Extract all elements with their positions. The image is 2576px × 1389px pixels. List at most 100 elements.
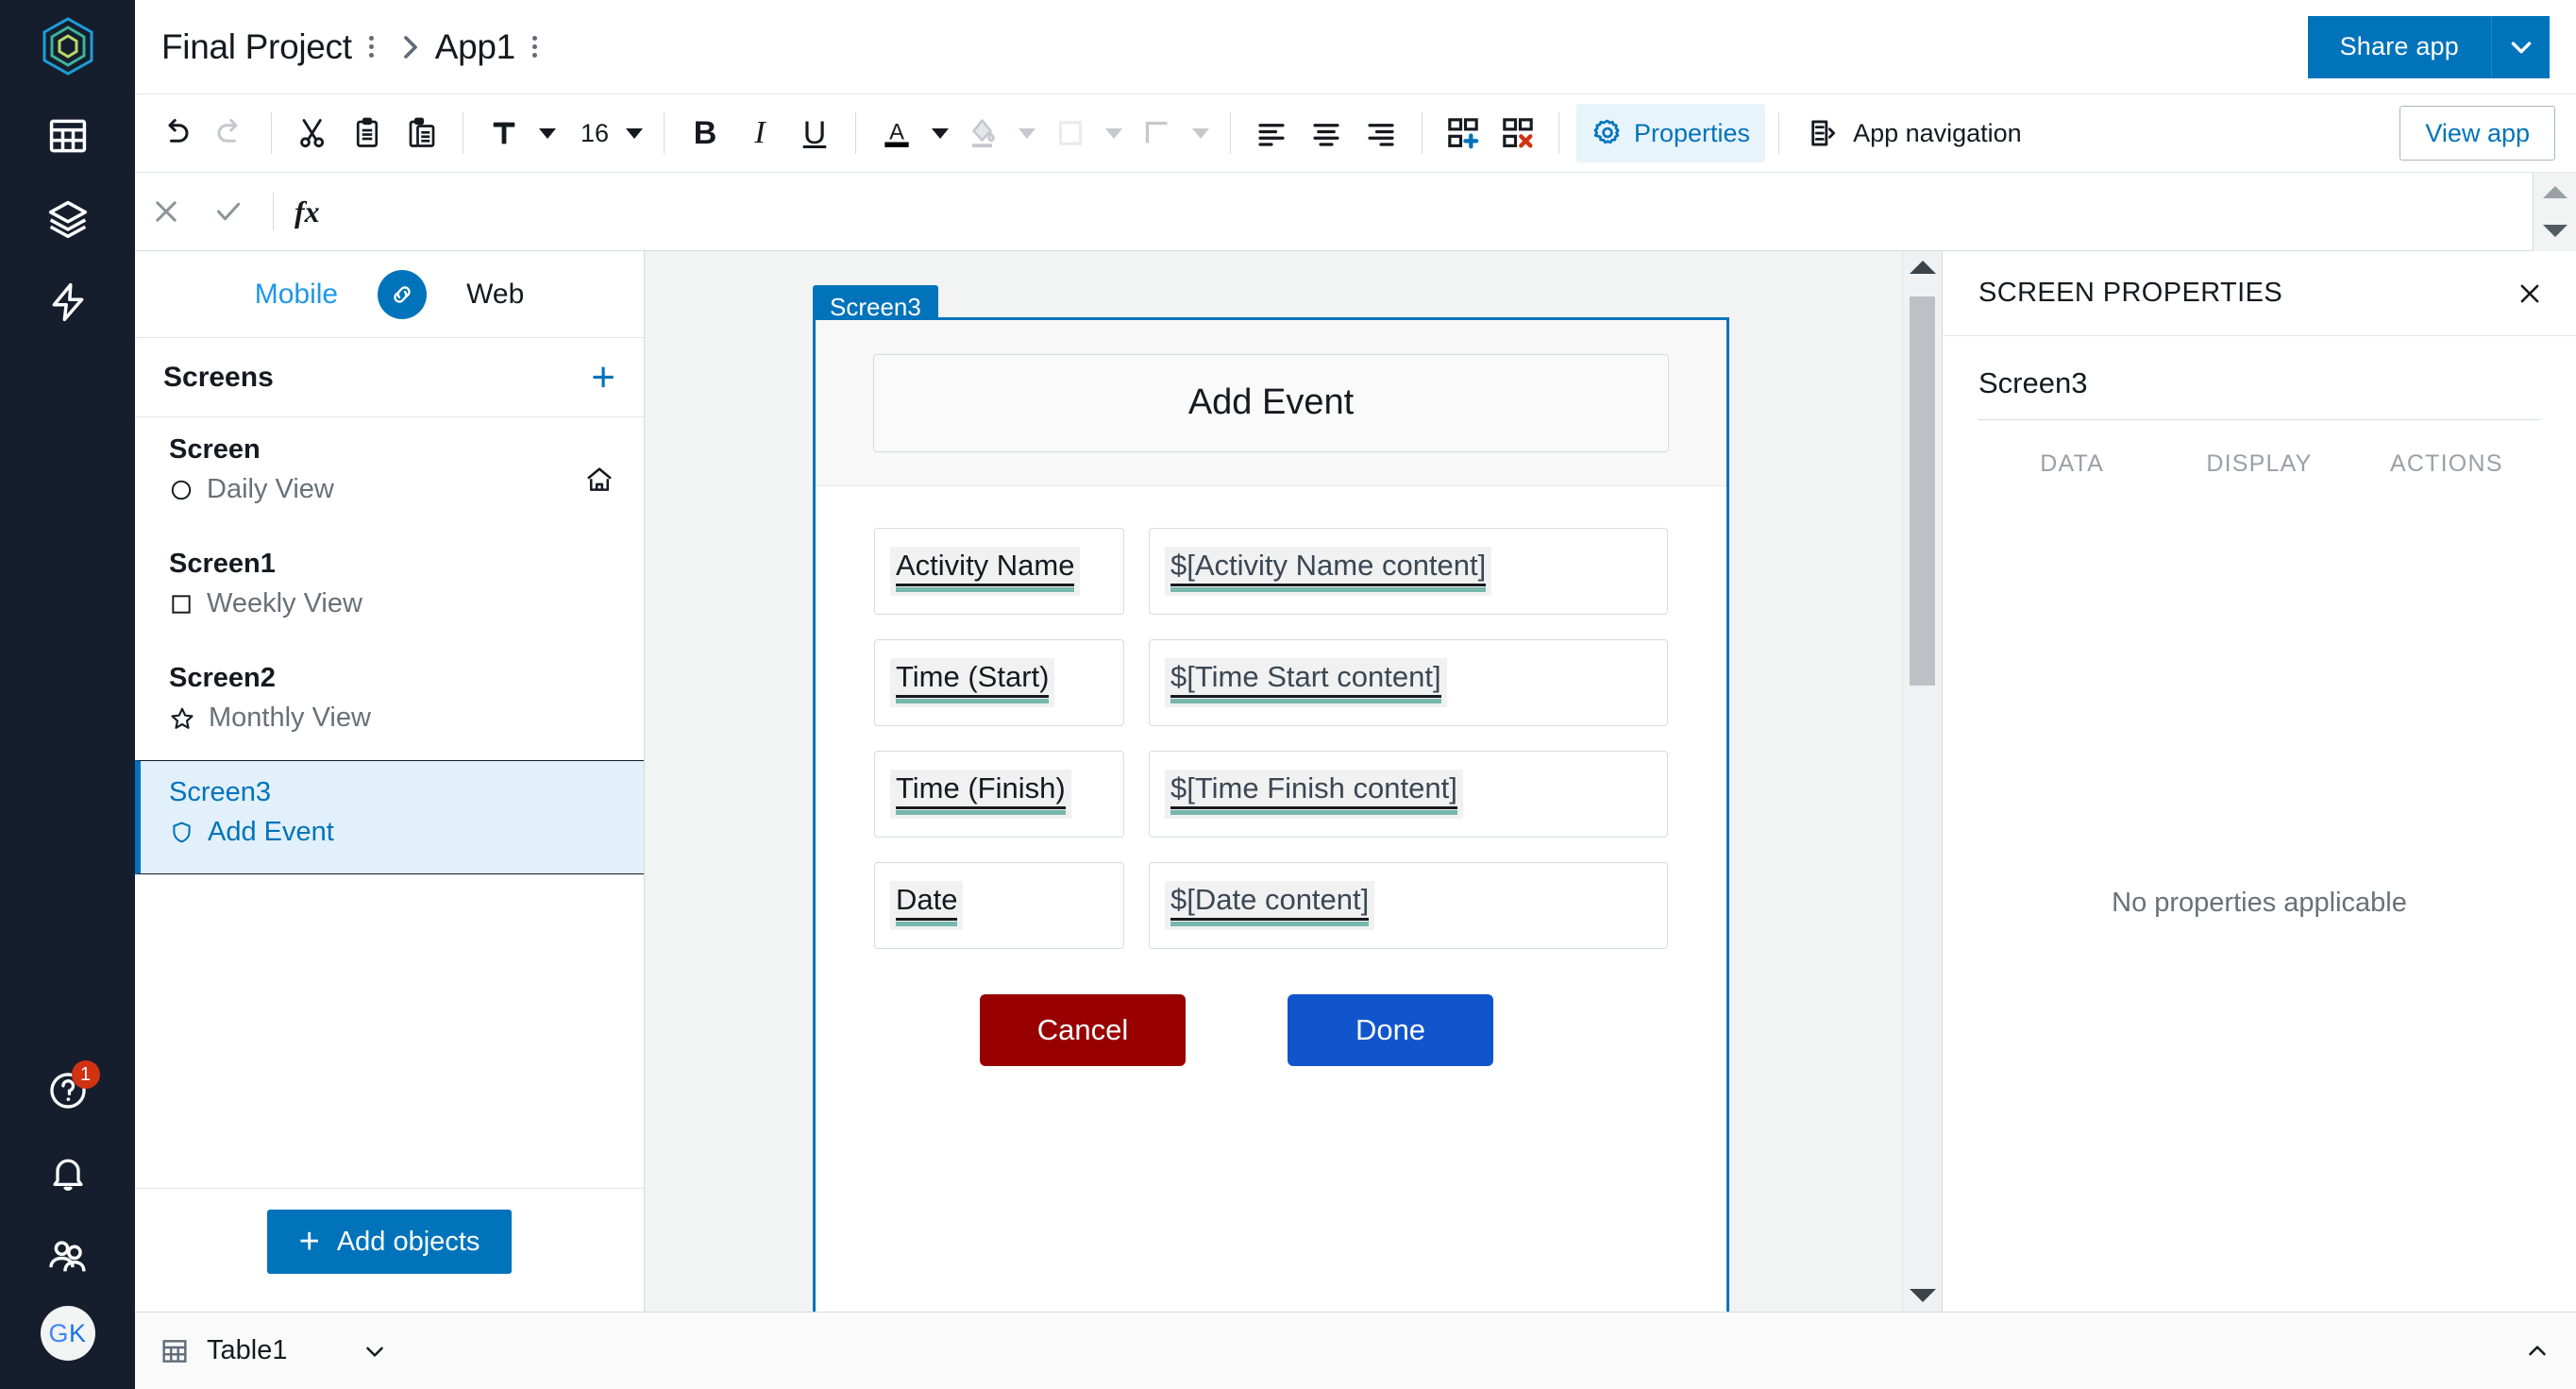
value-token: $[Activity Name content] (1165, 547, 1491, 597)
label-token: Date (890, 881, 963, 931)
label-token: Time (Finish) (890, 770, 1071, 820)
done-button[interactable]: Done (1288, 994, 1493, 1066)
copy-icon[interactable] (340, 104, 395, 162)
form-button-row: Cancel Done (874, 974, 1668, 1066)
formula-input[interactable] (328, 173, 2533, 250)
tab-web[interactable]: Web (466, 279, 524, 311)
form-row-date: Date $[Date content] (874, 862, 1668, 949)
underline-button[interactable]: U (787, 104, 842, 162)
value-widget-date[interactable]: $[Date content] (1149, 862, 1668, 949)
tab-data[interactable]: DATA (1978, 437, 2165, 495)
toolbar-divider (271, 112, 272, 154)
bold-button[interactable]: B (678, 104, 732, 162)
toolbar-divider (1422, 112, 1423, 154)
font-family-icon[interactable] (477, 104, 531, 162)
breadcrumb-project[interactable]: Final Project (161, 27, 352, 67)
breadcrumb-app[interactable]: App1 (435, 27, 515, 67)
share-app-button[interactable]: Share app (2308, 16, 2491, 78)
text-color-chevron-down-icon[interactable] (924, 104, 956, 162)
italic-button[interactable]: I (732, 104, 787, 162)
formula-fx-icon[interactable]: fx (287, 195, 328, 229)
app-root: 1 GK Final Project (0, 0, 2576, 1389)
value-widget-activity-name[interactable]: $[Activity Name content] (1149, 528, 1668, 615)
font-family-chevron-down-icon[interactable] (531, 104, 564, 162)
value-widget-time-start[interactable]: $[Time Start content] (1149, 639, 1668, 726)
value-widget-time-finish[interactable]: $[Time Finish content] (1149, 751, 1668, 838)
formula-cancel-icon[interactable] (135, 180, 197, 243)
share-app-group: Share app (2308, 16, 2550, 78)
screen-list-item-screen1[interactable]: Screen1 Weekly View (135, 532, 644, 646)
properties-panel-title: SCREEN PROPERTIES (1978, 278, 2282, 309)
text-color-icon[interactable]: A (869, 104, 924, 162)
align-right-icon[interactable] (1354, 104, 1408, 162)
project-menu-kebab-icon[interactable] (358, 28, 386, 66)
undo-icon[interactable] (148, 104, 203, 162)
screen-item-name: Screen3 (169, 774, 334, 811)
label-widget-date[interactable]: Date (874, 862, 1124, 949)
add-group-icon[interactable] (1436, 104, 1490, 162)
fill-color-icon[interactable] (956, 104, 1011, 162)
add-screen-button[interactable]: + (591, 357, 615, 398)
tab-actions[interactable]: ACTIONS (2353, 437, 2540, 495)
app-menu-kebab-icon[interactable] (521, 28, 549, 66)
sidebar-item-layers[interactable] (34, 185, 102, 253)
label-widget-time-start[interactable]: Time (Start) (874, 639, 1124, 726)
screen-list-item-screen3[interactable]: Screen3 Add Event (135, 760, 644, 874)
border-color-icon[interactable] (1043, 104, 1098, 162)
table-tab-chevron-down-icon[interactable] (361, 1337, 389, 1365)
link-icon[interactable] (378, 270, 427, 319)
cancel-button[interactable]: Cancel (980, 994, 1186, 1066)
border-style-chevron-down-icon[interactable] (1185, 104, 1217, 162)
font-size-value[interactable]: 16 (564, 104, 618, 162)
sidebar-item-automations[interactable] (34, 268, 102, 336)
border-style-icon[interactable] (1130, 104, 1185, 162)
scrollbar-thumb[interactable] (1910, 296, 1935, 686)
notifications-bell-icon[interactable] (34, 1140, 102, 1208)
home-screen-icon[interactable] (583, 432, 615, 496)
screen-title-widget[interactable]: Add Event (873, 354, 1669, 452)
scroll-down-icon[interactable] (1910, 1289, 1936, 1302)
team-users-icon[interactable] (34, 1223, 102, 1291)
screen-preview-frame: Add Event Activity Name $[Activity Name … (813, 317, 1729, 1312)
share-app-chevron-down-icon[interactable] (2491, 16, 2550, 78)
remove-group-icon[interactable] (1490, 104, 1545, 162)
cut-icon[interactable] (285, 104, 340, 162)
formula-divider (273, 193, 274, 230)
properties-toggle-button[interactable]: Properties (1576, 104, 1765, 162)
font-size-chevron-down-icon[interactable] (618, 104, 650, 162)
square-icon (169, 592, 194, 617)
app-logo-icon[interactable] (42, 17, 94, 76)
paste-icon[interactable] (395, 104, 449, 162)
avatar[interactable]: GK (41, 1306, 95, 1361)
bottom-bar-collapse-icon[interactable] (2523, 1337, 2551, 1365)
label-widget-time-finish[interactable]: Time (Finish) (874, 751, 1124, 838)
add-objects-footer: + Add objects (135, 1188, 644, 1312)
fill-color-chevron-down-icon[interactable] (1011, 104, 1043, 162)
align-center-icon[interactable] (1299, 104, 1354, 162)
table-tab-table1[interactable]: Table1 (160, 1335, 287, 1366)
add-objects-button[interactable]: + Add objects (267, 1210, 513, 1274)
formula-accept-icon[interactable] (197, 180, 260, 243)
avatar-initial-first: G (48, 1319, 69, 1348)
formula-expand-spinner[interactable] (2533, 173, 2576, 251)
label-widget-activity-name[interactable]: Activity Name (874, 528, 1124, 615)
close-icon[interactable] (2516, 279, 2544, 308)
view-app-button[interactable]: View app (2399, 106, 2555, 161)
sidebar-item-tables[interactable] (34, 102, 102, 170)
border-color-chevron-down-icon[interactable] (1098, 104, 1130, 162)
canvas-vertical-scrollbar[interactable] (1902, 251, 1942, 1312)
help-icon[interactable]: 1 (34, 1057, 102, 1125)
screen-name-field-wrap (1943, 336, 2576, 420)
tab-mobile[interactable]: Mobile (255, 279, 338, 311)
screen-item-text: Screen Daily View (169, 432, 334, 505)
screen-list-item-screen[interactable]: Screen Daily View (135, 417, 644, 532)
properties-panel-header: SCREEN PROPERTIES (1943, 251, 2576, 336)
screens-panel: Mobile Web Screens + (135, 251, 645, 1312)
screen-name-input[interactable] (1978, 363, 2540, 420)
screen-list-item-screen2[interactable]: Screen2 Monthly View (135, 646, 644, 760)
scroll-up-icon[interactable] (1910, 261, 1936, 274)
redo-icon[interactable] (203, 104, 258, 162)
align-left-icon[interactable] (1244, 104, 1299, 162)
app-navigation-button[interactable]: App navigation (1793, 104, 2037, 162)
tab-display[interactable]: DISPLAY (2165, 437, 2352, 495)
